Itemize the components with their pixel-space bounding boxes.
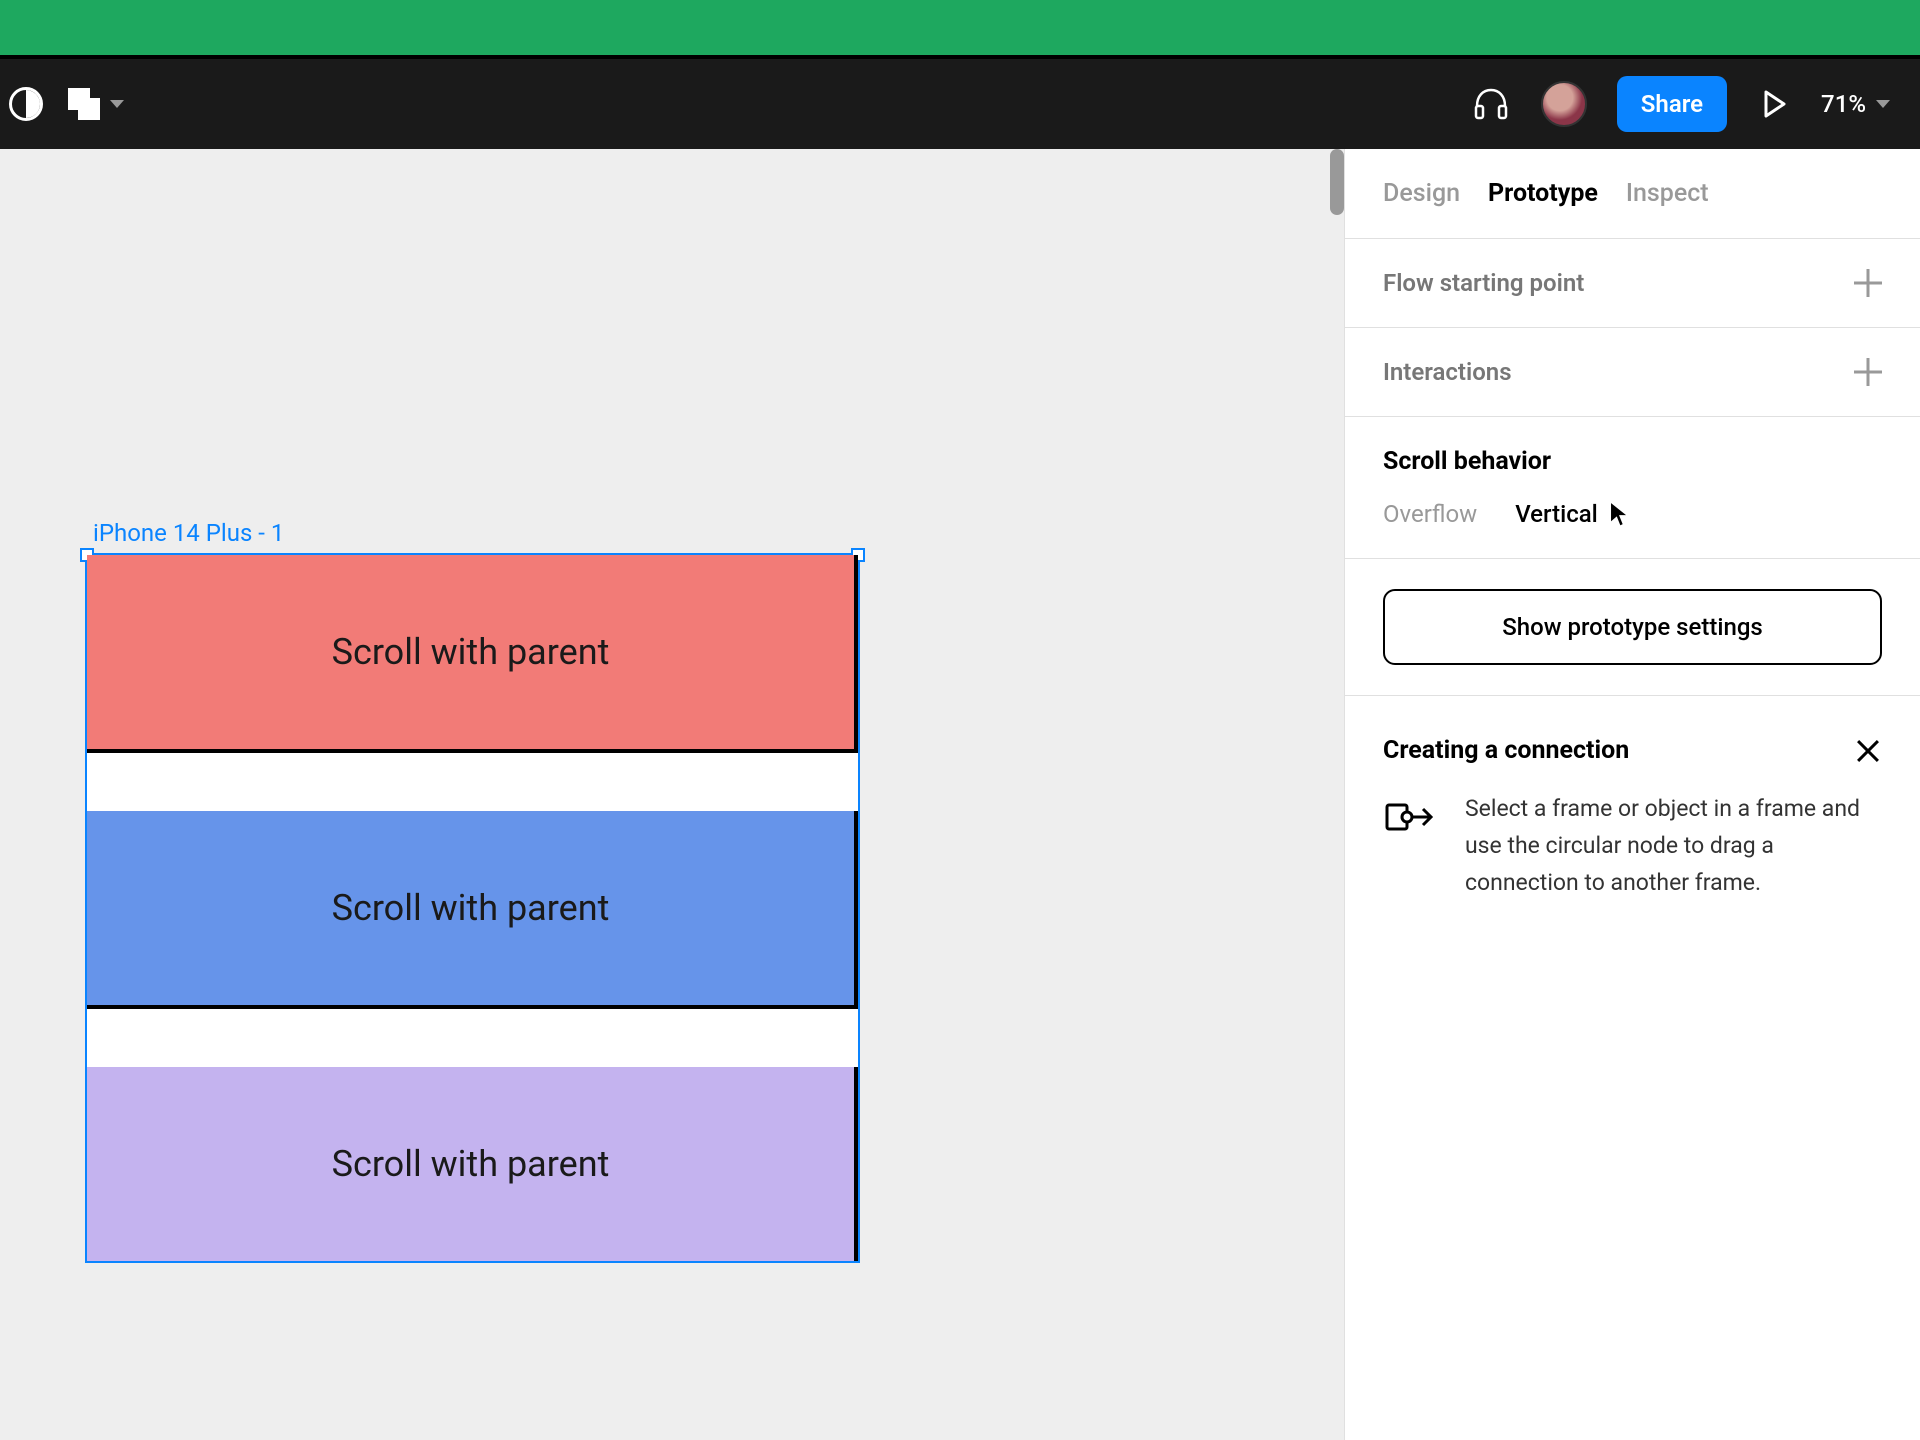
interactions-section: Interactions — [1345, 328, 1920, 417]
tab-prototype[interactable]: Prototype — [1488, 179, 1598, 208]
show-prototype-settings-button[interactable]: Show prototype settings — [1383, 589, 1882, 665]
tab-design[interactable]: Design — [1383, 179, 1460, 208]
scroll-behavior-section: Scroll behavior Overflow Vertical — [1345, 417, 1920, 559]
right-panel: Design Prototype Inspect Flow starting p… — [1344, 149, 1920, 1440]
headphones-icon[interactable] — [1471, 84, 1511, 124]
contrast-icon[interactable] — [9, 87, 43, 121]
app-window: Share 71% iPhone 14 Plus - 1 Scr — [0, 55, 1920, 1440]
tab-inspect[interactable]: Inspect — [1626, 179, 1709, 208]
cursor-icon — [1606, 500, 1634, 528]
card-text: Scroll with parent — [332, 631, 610, 673]
overflow-label: Overflow — [1383, 500, 1477, 528]
overflow-row: Overflow Vertical — [1383, 500, 1882, 528]
frame-label[interactable]: iPhone 14 Plus - 1 — [85, 519, 860, 547]
frame-container: iPhone 14 Plus - 1 Scroll with parent Sc… — [85, 519, 860, 1263]
connection-section: Creating a connection Select a frame or … — [1345, 696, 1920, 941]
settings-section: Show prototype settings — [1345, 559, 1920, 696]
connection-body: Select a frame or object in a frame and … — [1383, 791, 1882, 901]
card-text: Scroll with parent — [332, 887, 610, 929]
card-text: Scroll with parent — [332, 1143, 610, 1185]
toolbar-left — [9, 87, 124, 121]
avatar[interactable] — [1541, 81, 1587, 127]
file-menu[interactable] — [68, 88, 124, 120]
zoom-value: 71% — [1821, 90, 1866, 118]
panel-tabs: Design Prototype Inspect — [1345, 149, 1920, 239]
zoom-level[interactable]: 71% — [1821, 90, 1890, 118]
toolbar: Share 71% — [0, 59, 1920, 149]
overflow-dropdown[interactable]: Vertical — [1515, 500, 1634, 528]
frame[interactable]: Scroll with parent Scroll with parent Sc… — [85, 553, 860, 1263]
share-button[interactable]: Share — [1617, 76, 1727, 132]
section-label: Flow starting point — [1383, 269, 1882, 297]
scrollbar[interactable] — [1330, 149, 1344, 215]
main-content: iPhone 14 Plus - 1 Scroll with parent Sc… — [0, 149, 1920, 1440]
plus-icon[interactable] — [1854, 358, 1882, 386]
toolbar-right: Share 71% — [1471, 76, 1890, 132]
connection-title: Creating a connection — [1383, 736, 1629, 765]
overflow-value-text: Vertical — [1515, 500, 1598, 528]
connection-text: Select a frame or object in a frame and … — [1465, 791, 1882, 901]
connection-icon — [1383, 791, 1439, 843]
file-icon — [68, 88, 100, 120]
close-icon[interactable] — [1854, 737, 1882, 765]
card[interactable]: Scroll with parent — [87, 811, 858, 1009]
flow-section: Flow starting point — [1345, 239, 1920, 328]
connection-header: Creating a connection — [1383, 736, 1882, 765]
chevron-down-icon — [110, 100, 124, 108]
card[interactable]: Scroll with parent — [87, 1067, 858, 1261]
section-label: Interactions — [1383, 358, 1882, 386]
chevron-down-icon — [1876, 100, 1890, 108]
section-title: Scroll behavior — [1383, 447, 1882, 476]
canvas[interactable]: iPhone 14 Plus - 1 Scroll with parent Sc… — [0, 149, 1344, 1440]
plus-icon[interactable] — [1854, 269, 1882, 297]
play-icon[interactable] — [1757, 87, 1791, 121]
card[interactable]: Scroll with parent — [87, 555, 858, 753]
